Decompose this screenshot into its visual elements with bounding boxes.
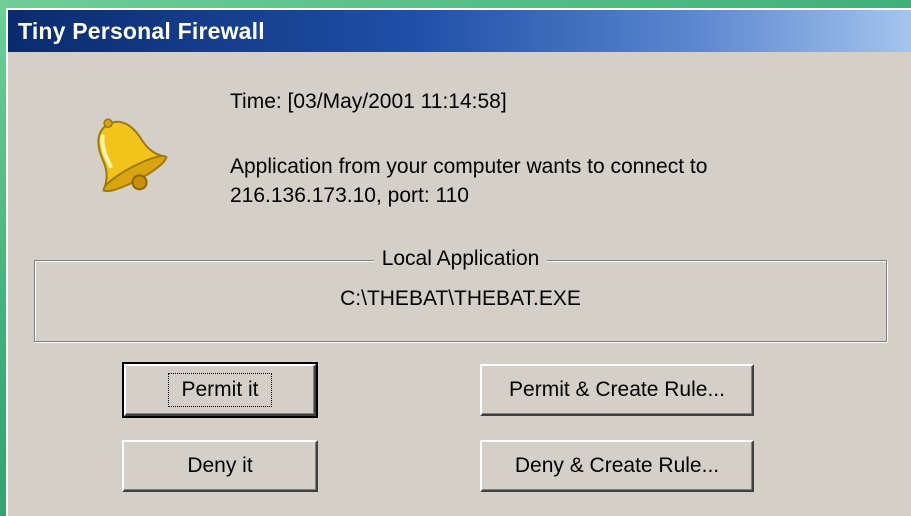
local-application-legend: Local Application [373,247,548,270]
deny-create-rule-button[interactable]: Deny & Create Rule... [480,440,754,492]
permit-button-label: Permit it [168,373,272,407]
permit-button[interactable]: Permit it [122,362,318,418]
alert-time: Time: [03/May/2001 11:14:58] [230,90,507,113]
application-path: C:\THEBAT\THEBAT.EXE [340,287,581,310]
deny-button[interactable]: Deny it [122,440,318,492]
window-title: Tiny Personal Firewall [18,18,265,44]
alert-message-line2: 216.136.173.10, port: 110 [230,184,469,207]
local-application-group: Local Application C:\THEBAT\THEBAT.EXE [34,247,887,342]
bell-icon [97,118,169,193]
alert-message-line1: Application from your computer wants to … [230,155,708,178]
firewall-alert-dialog: Tiny Personal Firewall Time: [03/May/200… [6,8,911,516]
alert-message: Application from your computer wants to … [230,152,707,210]
title-bar[interactable]: Tiny Personal Firewall [8,10,911,52]
permit-create-rule-button[interactable]: Permit & Create Rule... [480,364,754,416]
